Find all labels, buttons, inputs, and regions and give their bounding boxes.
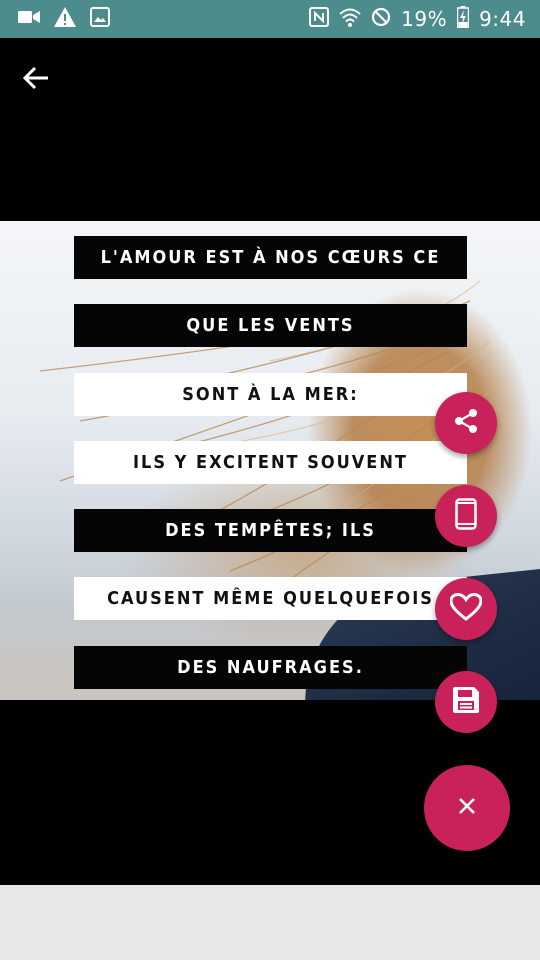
quote-line-5: DES TEMPÊTES; ILS: [74, 509, 467, 552]
video-camera-icon: [18, 9, 40, 29]
back-button[interactable]: [14, 58, 58, 102]
image-icon: [90, 7, 110, 31]
share-button[interactable]: [435, 392, 497, 454]
quote-line-7: DES NAUFRAGES.: [74, 646, 467, 689]
favorite-button[interactable]: [435, 578, 497, 640]
clock: 9:44: [479, 7, 526, 31]
battery-percent: 19%: [401, 7, 448, 31]
quote-line-1: L'AMOUR EST À NOS CŒURS CE: [74, 236, 467, 279]
close-icon: [457, 796, 477, 820]
quote-line-4: ILS Y EXCITENT SOUVENT: [74, 441, 467, 484]
quote-line-2: QUE LES VENTS: [74, 304, 467, 347]
close-menu-button[interactable]: [424, 765, 510, 851]
do-not-disturb-icon: [371, 7, 391, 31]
quote-line-6: CAUSENT MÊME QUELQUEFOIS: [74, 577, 467, 620]
battery-charging-icon: [456, 6, 470, 32]
nfc-icon: [309, 7, 330, 31]
status-bar: 19% 9:44: [0, 0, 540, 38]
save-button[interactable]: [435, 671, 497, 733]
set-wallpaper-button[interactable]: [435, 485, 497, 547]
status-bar-left: [18, 7, 110, 31]
phone-icon: [455, 498, 477, 534]
save-icon: [451, 685, 481, 719]
quote-line-3: SONT À LA MER:: [74, 373, 467, 416]
navigation-bar: [0, 885, 540, 960]
arrow-back-icon: [22, 64, 50, 96]
wifi-icon: [339, 7, 361, 31]
heart-icon: [449, 592, 483, 625]
status-bar-right: 19% 9:44: [309, 6, 526, 32]
warning-icon: [54, 7, 76, 31]
share-icon: [452, 407, 480, 439]
